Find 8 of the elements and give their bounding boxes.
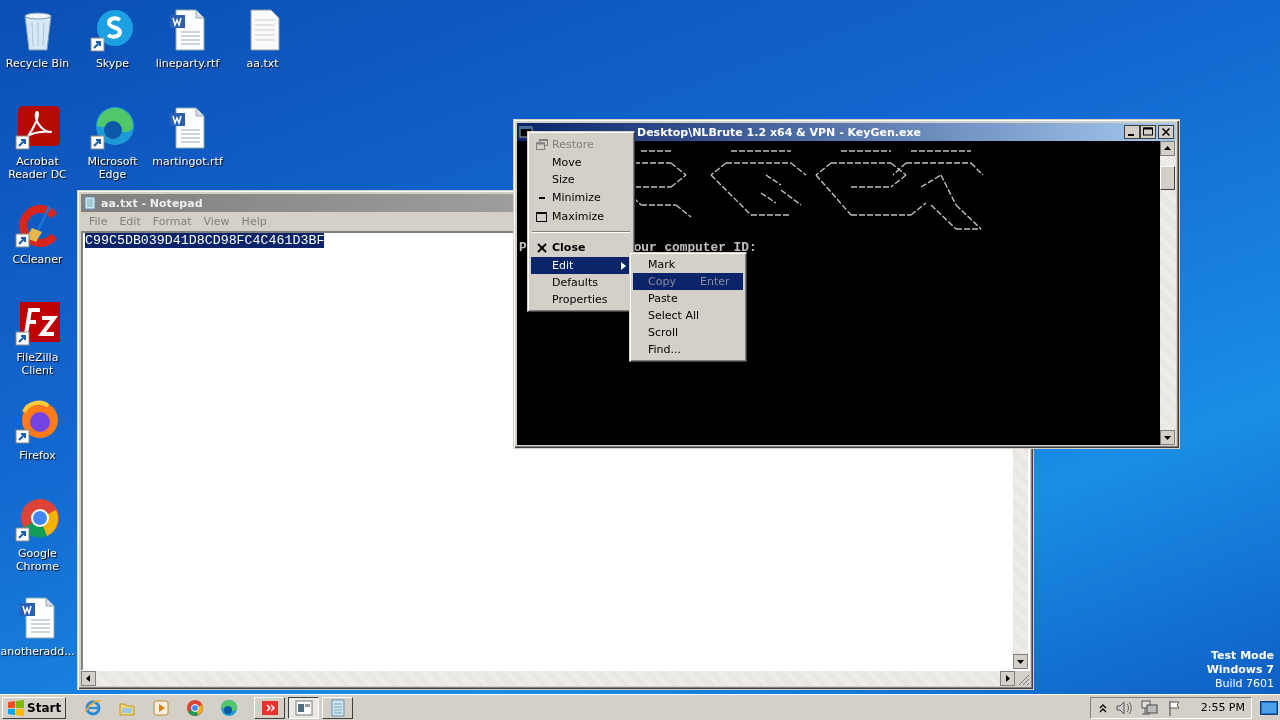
os-notice-text: Windows 7 [1206,663,1274,677]
window-title: aa.txt - Notepad [101,196,203,210]
console-text: our computer ID: [633,241,757,255]
os-notice-text: Build 7601 [1214,677,1274,691]
window-title: Desktop\NLBrute 1.2 x64 & VPN - KeyGen.exe [637,125,922,139]
document-text: C99C5DB039D41D8CD98FC4C461D3BF [85,233,325,248]
console-text: P [519,241,527,255]
os-notice-text: Test Mode [1211,649,1274,663]
